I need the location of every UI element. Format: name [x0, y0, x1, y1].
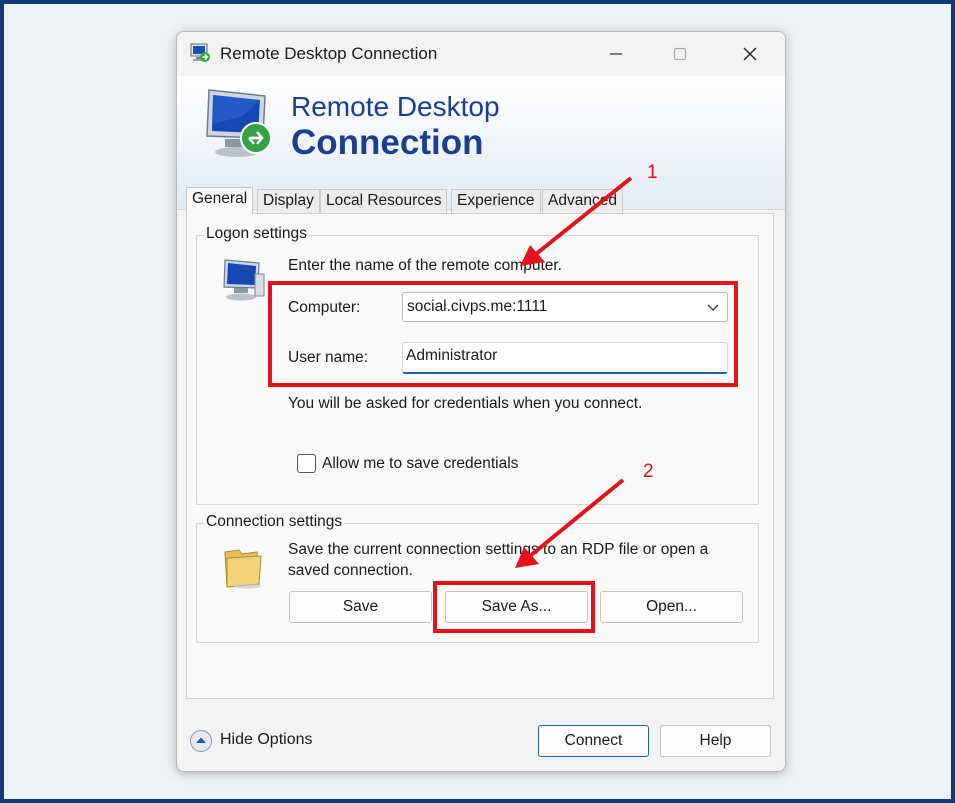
close-icon	[743, 47, 757, 61]
username-label: User name:	[288, 349, 369, 366]
save-button[interactable]: Save	[289, 591, 432, 623]
connection-settings-group: Connection settings Save the current con…	[196, 513, 759, 643]
computer-combobox[interactable]: social.civps.me:1111	[402, 292, 728, 322]
tab-display[interactable]: Display	[257, 189, 320, 213]
username-input[interactable]: Administrator	[402, 342, 728, 374]
tab-advanced[interactable]: Advanced	[542, 189, 623, 213]
close-button[interactable]	[727, 32, 773, 76]
rdp-window: Remote Desktop Connection Remote Desktop…	[176, 31, 786, 772]
help-button[interactable]: Help	[660, 725, 771, 757]
maximize-button[interactable]	[657, 32, 703, 76]
monitor-icon	[223, 259, 265, 301]
banner-title-line2: Connection	[291, 123, 484, 162]
chevron-down-icon[interactable]	[707, 302, 719, 312]
callout-number-1: 1	[647, 162, 658, 183]
hide-options-link[interactable]: Hide Options	[220, 731, 313, 749]
connection-description-line1: Save the current connection settings to …	[288, 541, 709, 558]
connection-description-line2: saved connection.	[288, 562, 413, 579]
minimize-button[interactable]	[593, 32, 639, 76]
logon-settings-group: Logon settings Enter the name of the rem…	[196, 225, 759, 505]
minimize-icon	[610, 53, 622, 55]
logon-settings-label: Logon settings	[204, 225, 309, 243]
open-button[interactable]: Open...	[600, 591, 743, 623]
rdp-computer-icon	[190, 43, 210, 62]
tab-experience[interactable]: Experience	[451, 189, 541, 213]
connection-settings-label: Connection settings	[204, 513, 345, 531]
save-credentials-label[interactable]: Allow me to save credentials	[322, 455, 518, 473]
connect-button[interactable]: Connect	[538, 725, 649, 757]
computer-value: social.civps.me:1111	[407, 298, 548, 315]
banner-title-line1: Remote Desktop	[291, 91, 500, 122]
computer-label: Computer:	[288, 299, 361, 316]
window-title: Remote Desktop Connection	[220, 44, 438, 63]
rdp-computer-icon	[206, 89, 272, 157]
tab-general[interactable]: General	[186, 187, 254, 214]
chevron-up-icon[interactable]	[189, 729, 213, 753]
callout-number-2: 2	[643, 461, 654, 482]
save-credentials-checkbox[interactable]	[297, 454, 316, 473]
general-tab-panel: Logon settings Enter the name of the rem…	[186, 213, 774, 699]
title-bar: Remote Desktop Connection	[177, 32, 785, 76]
logon-instruction: Enter the name of the remote computer.	[288, 257, 562, 274]
credentials-note: You will be asked for credentials when y…	[288, 395, 643, 412]
save-as-button[interactable]: Save As...	[445, 591, 588, 623]
tab-local-resources[interactable]: Local Resources	[320, 189, 448, 213]
maximize-icon	[673, 47, 687, 61]
folder-icon	[224, 549, 262, 589]
